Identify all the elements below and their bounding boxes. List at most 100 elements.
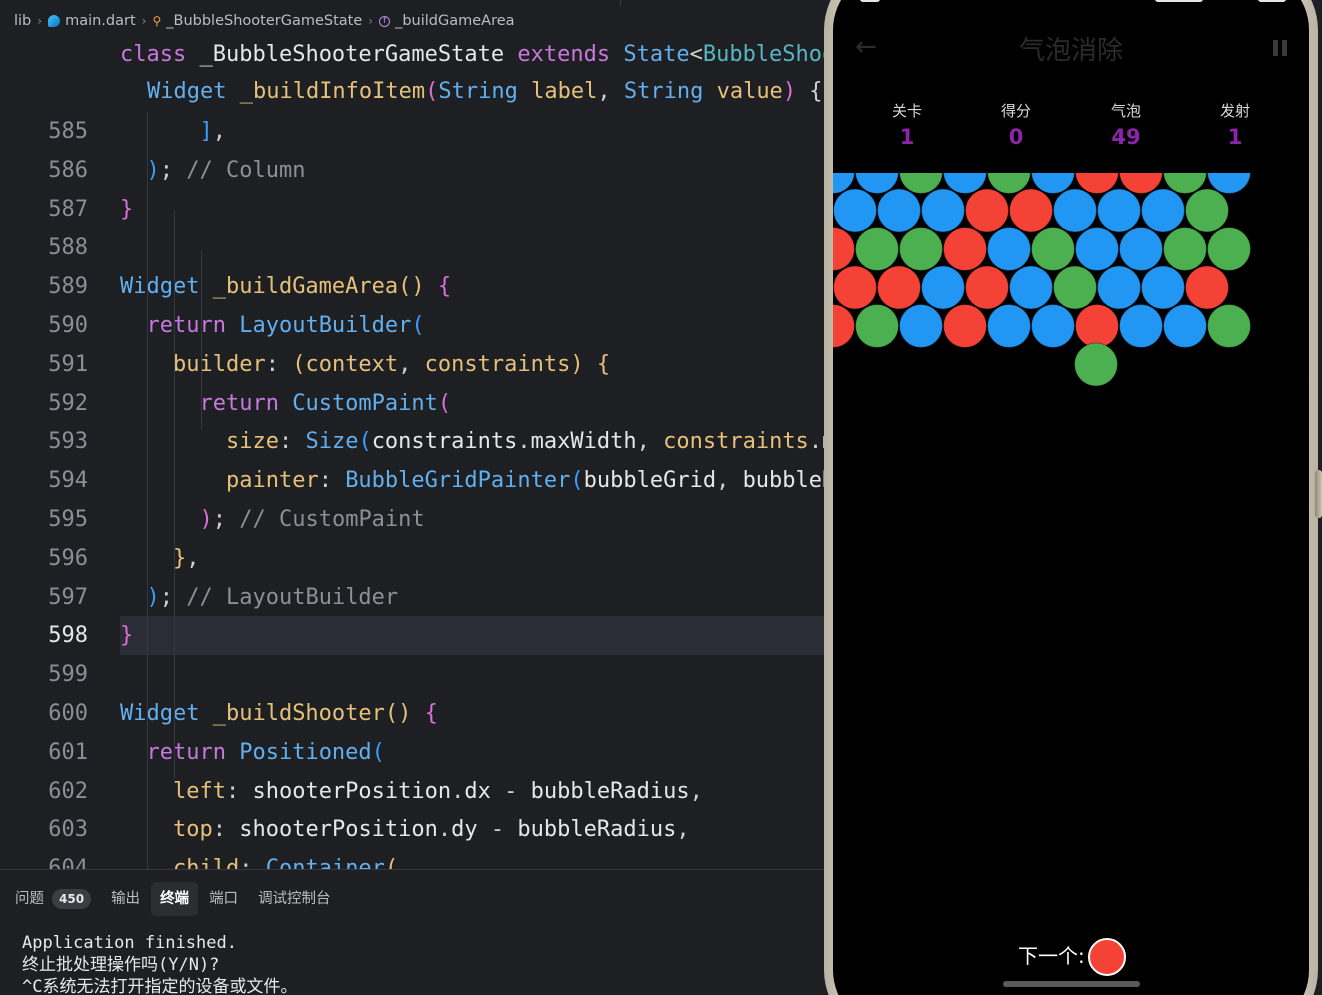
bubble xyxy=(833,304,855,348)
stat-level: 关卡 1 xyxy=(867,100,947,152)
code-token: : xyxy=(212,817,240,842)
code-line[interactable]: 590 return LayoutBuilder( xyxy=(0,306,826,345)
breadcrumb-item-class[interactable]: ⚲ _BubbleShooterGameState xyxy=(152,13,362,29)
code-line[interactable]: 600 Widget _buildShooter() { xyxy=(0,694,826,733)
bubble xyxy=(921,188,965,233)
code-line[interactable]: 587} xyxy=(0,190,826,229)
code-token: String xyxy=(623,79,717,104)
bubble xyxy=(1053,265,1097,310)
code-token: return xyxy=(199,391,293,416)
indent-guide xyxy=(174,620,175,780)
code-token: ) xyxy=(146,585,160,610)
code-line[interactable]: 596 }, xyxy=(0,539,826,578)
code-line[interactable]: 603 top: shooterPosition.dy - bubbleRadi… xyxy=(0,810,826,849)
code-line[interactable]: 604 child: Container( xyxy=(0,849,826,869)
code-line[interactable]: 598} xyxy=(0,616,826,655)
code-line[interactable]: 595 ); // CustomPaint xyxy=(0,500,826,539)
stat-label: 发射 xyxy=(1219,102,1250,120)
stat-value: 1 xyxy=(1227,125,1243,149)
code-text: } xyxy=(120,616,826,655)
status-bar-time xyxy=(860,0,880,2)
code-token: Widget xyxy=(120,274,213,299)
indent-guide xyxy=(174,210,175,670)
code-token: context xyxy=(305,352,399,377)
screen: lib › main.dart › ⚲ _BubbleShooterGameSta… xyxy=(0,0,1322,995)
code-token: Widget xyxy=(120,701,213,726)
code-text: builder: (context, constraints) { xyxy=(120,345,826,384)
line-number: 591 xyxy=(48,352,88,377)
home-indicator[interactable] xyxy=(1003,981,1140,987)
terminal-output[interactable]: Application finished. 终止批处理操作吗(Y/N)? ^C系统无… xyxy=(22,932,297,995)
code-token: child xyxy=(172,856,240,869)
line-number: 604 xyxy=(48,856,88,869)
code-text: top: shooterPosition.dy - bubbleRadius, xyxy=(120,810,826,849)
bubble xyxy=(1163,227,1207,271)
line-number: 589 xyxy=(48,274,88,299)
code-token: () xyxy=(398,274,425,299)
panel-tab[interactable]: 问题 450 xyxy=(6,882,100,916)
code-line[interactable]: 597 ); // LayoutBuilder xyxy=(0,578,826,617)
phone-side-button xyxy=(1315,470,1322,518)
code-editor[interactable]: 585 ], 586 ); // Column 587} 588 589 Widget _… xyxy=(0,112,826,869)
code-line[interactable]: 592 return CustomPaint( xyxy=(0,384,826,423)
panel-tab-label: 调试控制台 xyxy=(258,891,331,907)
battery-icon xyxy=(1258,0,1286,2)
bubble xyxy=(1031,304,1075,348)
code-line[interactable]: 602 left: shooterPosition.dx - bubbleRad… xyxy=(0,772,826,811)
breadcrumb-item-file[interactable]: main.dart xyxy=(48,13,136,29)
code-text: painter: BubbleGridPainter(bubbleGrid, b… xyxy=(120,461,826,500)
panel-tab[interactable]: 端口 xyxy=(200,882,247,916)
bubble xyxy=(899,227,943,271)
bubble xyxy=(899,304,943,348)
code-line[interactable]: 586 ); // Column xyxy=(0,151,826,190)
breadcrumb-label: main.dart xyxy=(65,13,136,29)
code-token: top xyxy=(172,817,213,842)
code-line[interactable]: 591 builder: (context, constraints) { xyxy=(0,345,826,384)
stat-label: 关卡 xyxy=(891,102,922,120)
line-number: 601 xyxy=(48,740,88,765)
code-line[interactable]: 588 xyxy=(0,228,826,267)
code-token: ( xyxy=(411,313,425,338)
line-number: 596 xyxy=(48,546,88,571)
code-token: } xyxy=(120,623,134,648)
code-token: shooterPosition xyxy=(239,817,438,842)
breadcrumb-item-lib[interactable]: lib xyxy=(14,13,31,29)
code-line[interactable]: 599 xyxy=(0,655,826,694)
breadcrumb-item-method[interactable]: f _buildGameArea xyxy=(379,13,515,29)
code-token: constraints xyxy=(424,352,571,377)
bubble xyxy=(1031,227,1075,271)
code-token: Positioned xyxy=(239,740,372,765)
panel-tab[interactable]: 终端 xyxy=(151,882,199,916)
bubble xyxy=(965,265,1009,310)
code-text: Widget _buildShooter() { xyxy=(120,694,826,733)
game-area[interactable] xyxy=(833,173,1309,393)
class-icon: ⚲ xyxy=(152,14,162,28)
pause-icon[interactable] xyxy=(1273,40,1287,56)
code-line[interactable]: 589 Widget _buildGameArea() { xyxy=(0,267,826,306)
terminal-line: ^C系统无法打开指定的设备或文件。 xyxy=(22,977,298,995)
sticky-line-class[interactable]: class _BubbleShooterGameState extends St… xyxy=(120,36,830,74)
line-number: 585 xyxy=(48,119,88,144)
sticky-line-method[interactable]: Widget _buildInfoItem(String label, Stri… xyxy=(147,73,823,111)
code-line[interactable]: 585 ], xyxy=(0,112,826,151)
code-line[interactable]: 601 return Positioned( xyxy=(0,733,826,772)
code-text: Widget _buildGameArea() { xyxy=(120,267,826,306)
bubble xyxy=(1119,304,1163,348)
code-token: ; xyxy=(159,585,187,610)
code-token: painter xyxy=(225,468,319,493)
code-line[interactable]: 594 painter: BubbleGridPainter(bubbleGri… xyxy=(0,461,826,500)
chevron-right-icon: › xyxy=(37,14,43,28)
sticky-scroll-header[interactable]: class _BubbleShooterGameState extends St… xyxy=(0,36,830,113)
code-token: Size xyxy=(305,429,359,454)
panel-tab[interactable]: 调试控制台 xyxy=(249,882,340,916)
panel-tab[interactable]: 输出 xyxy=(102,882,149,916)
indent-guide xyxy=(201,250,202,430)
panel-tab-label: 输出 xyxy=(111,891,141,907)
bubble xyxy=(1207,304,1251,348)
code-token: } xyxy=(120,197,134,222)
stat-value: 49 xyxy=(1111,125,1141,149)
line-number: 603 xyxy=(48,817,88,842)
code-line[interactable]: 593 size: Size(constraints.maxWidth, con… xyxy=(0,422,826,461)
